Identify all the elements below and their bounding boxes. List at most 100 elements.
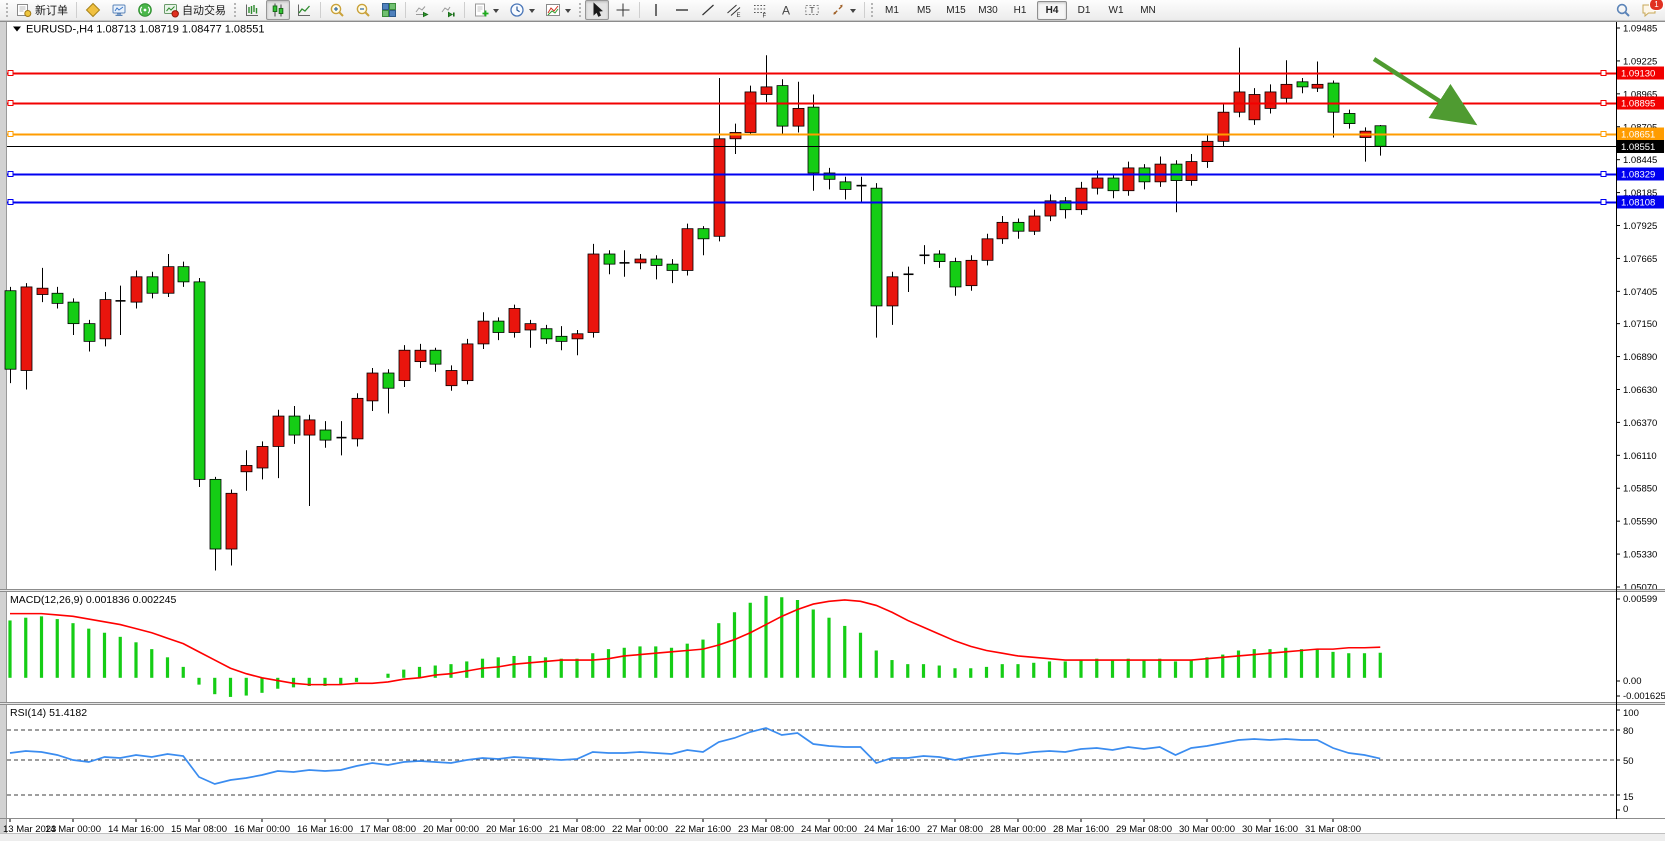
timeframe-label: H1 [1014, 5, 1027, 16]
new-order-button[interactable]: 新订单 [12, 0, 72, 20]
fibonacci-icon: F [752, 2, 768, 18]
auto-scroll-button[interactable] [410, 0, 434, 20]
candlestick-icon [270, 2, 286, 18]
timeframe-m30-button[interactable]: M30 [973, 1, 1003, 20]
price-tick-label: 1.05590 [1623, 517, 1657, 528]
zoom-in-button[interactable] [325, 0, 349, 20]
price-tick-label: 1.06630 [1623, 385, 1657, 396]
cursor-button[interactable] [585, 0, 609, 20]
macd-axis-label: 0.00599 [1623, 594, 1657, 605]
vertical-line-button[interactable] [644, 0, 668, 20]
toolbar-separator [464, 2, 465, 18]
price-tag: 1.08651 [1621, 130, 1655, 141]
price-tick-label: 1.06370 [1623, 418, 1657, 429]
toolbar-separator [320, 2, 321, 18]
dropdown-caret-icon[interactable] [529, 9, 535, 16]
auto-trading-label: 自动交易 [182, 2, 226, 18]
tile-windows-button[interactable] [377, 0, 401, 20]
crosshair-button[interactable] [611, 0, 635, 20]
auto-trading-button[interactable]: 自动交易 [159, 0, 230, 20]
macd-axis-label: -0.001625 [1623, 691, 1665, 702]
timeframe-h4-button[interactable]: H4 [1037, 1, 1067, 20]
signals-button[interactable] [133, 0, 157, 20]
timeframe-label: H4 [1046, 5, 1059, 16]
search-icon [1615, 2, 1631, 18]
price-tick-label: 1.07150 [1623, 319, 1657, 330]
rsi-axis-label: 100 [1623, 708, 1639, 719]
timeframe-mn-button[interactable]: MN [1133, 1, 1163, 20]
horizontal-line-button[interactable] [670, 0, 694, 20]
chart-area[interactable]: 1.094851.092251.089651.087051.084451.081… [0, 0, 1665, 841]
timeframe-w1-button[interactable]: W1 [1101, 1, 1131, 20]
cursor-icon [589, 2, 605, 18]
templates-button[interactable] [541, 0, 575, 20]
price-tick-label: 1.07665 [1623, 254, 1657, 265]
timeframe-label: D1 [1078, 5, 1091, 16]
toolbar-separator [864, 2, 865, 18]
price-tick-label: 1.09485 [1623, 24, 1657, 35]
notification-badge: 1 [1649, 0, 1664, 11]
timeframe-m15-button[interactable]: M15 [941, 1, 971, 20]
equidistant-channel-button[interactable]: E [722, 0, 746, 20]
svg-text:A: A [782, 4, 790, 18]
indicators-button[interactable] [469, 0, 503, 20]
timeframe-d1-button[interactable]: D1 [1069, 1, 1099, 20]
label-icon: T [804, 2, 820, 18]
arrows-button[interactable] [826, 0, 860, 20]
timeframe-label: W1 [1109, 5, 1124, 16]
text-label-button[interactable]: T [800, 0, 824, 20]
price-tick-label: 1.05850 [1623, 484, 1657, 495]
rsi-axis-label: 80 [1623, 726, 1634, 737]
rsi-axis-label: 50 [1623, 756, 1634, 767]
timeframe-h1-button[interactable]: H1 [1005, 1, 1035, 20]
timeframe-m5-button[interactable]: M5 [909, 1, 939, 20]
trendline-button[interactable] [696, 0, 720, 20]
svg-text:T: T [809, 5, 814, 15]
dropdown-caret-icon[interactable] [565, 9, 571, 16]
dropdown-caret-icon[interactable] [850, 9, 856, 16]
svg-text:F: F [763, 14, 767, 19]
new-order-label: 新订单 [35, 2, 68, 18]
tile-windows-icon [381, 2, 397, 18]
search-button[interactable] [1611, 0, 1635, 20]
text-icon: A [778, 2, 794, 18]
virtual-hosting-button[interactable] [107, 0, 131, 20]
timeframe-label: M5 [917, 5, 931, 16]
toolbar-grip [234, 3, 236, 17]
timeframe-label: M15 [946, 5, 965, 16]
candlestick-chart-button[interactable] [266, 0, 290, 20]
indicators-icon [473, 2, 489, 18]
rsi-axis-label: 15 [1623, 792, 1634, 803]
chart-shift-button[interactable] [436, 0, 460, 20]
fibonacci-button[interactable]: F [748, 0, 772, 20]
price-tick-label: 1.08445 [1623, 155, 1657, 166]
price-tag: 1.08329 [1621, 170, 1655, 181]
market-button[interactable] [81, 0, 105, 20]
periods-button[interactable] [505, 0, 539, 20]
rsi-legend: RSI(14) 51.4182 [10, 707, 87, 719]
shapes-icon [830, 2, 846, 18]
zoom-in-icon [329, 2, 345, 18]
timeframe-m1-button[interactable]: M1 [877, 1, 907, 20]
periods-icon [509, 2, 525, 18]
macd-axis-label: 0.00 [1623, 676, 1642, 687]
text-button[interactable]: A [774, 0, 798, 20]
autotrade-icon [163, 2, 179, 18]
auto-scroll-icon [414, 2, 430, 18]
toolbar-separator [639, 2, 640, 18]
toolbar-grip [871, 3, 873, 17]
bar-chart-button[interactable] [240, 0, 264, 20]
timeframe-label: M1 [885, 5, 899, 16]
svg-text:E: E [737, 13, 741, 18]
dropdown-caret-icon[interactable] [493, 9, 499, 16]
rsi-axis-label: 0 [1623, 804, 1628, 815]
channel-icon: E [726, 2, 742, 18]
timeframe-label: M30 [978, 5, 997, 16]
line-chart-button[interactable] [292, 0, 316, 20]
notifications-button[interactable]: 1 [1637, 0, 1661, 20]
main-chart-legend: EURUSD-,H4 1.08713 1.08719 1.08477 1.085… [26, 24, 265, 36]
market-icon [85, 2, 101, 18]
order-icon [16, 2, 32, 18]
trendline-icon [700, 2, 716, 18]
zoom-out-button[interactable] [351, 0, 375, 20]
